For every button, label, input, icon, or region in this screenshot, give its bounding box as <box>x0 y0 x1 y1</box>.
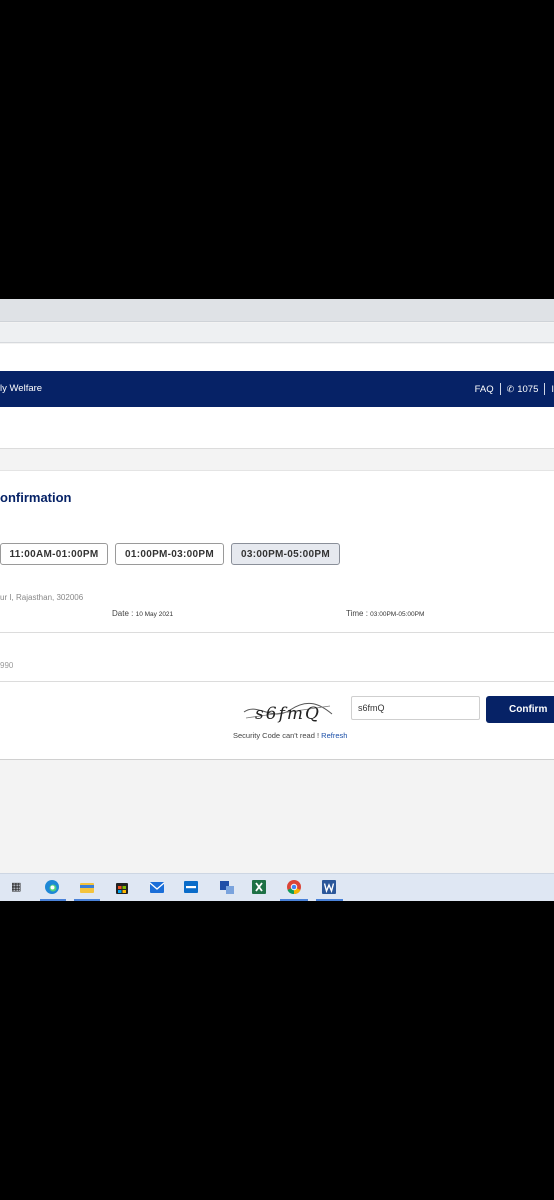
faq-link[interactable]: FAQ <box>475 384 494 395</box>
mail-icon[interactable] <box>149 879 165 895</box>
security-note-text: Security Code can't read ! <box>233 731 320 740</box>
word-icon[interactable] <box>321 879 337 895</box>
site-subheader <box>0 407 554 449</box>
edge-icon[interactable] <box>44 879 60 895</box>
site-navbar: ly Welfare FAQ ✆ 1075 I <box>0 371 554 407</box>
app-icon[interactable] <box>219 879 235 895</box>
divider <box>0 681 554 682</box>
active-app-indicator <box>74 899 100 901</box>
site-top-bar <box>0 344 554 371</box>
security-note: Security Code can't read ! Refresh <box>233 731 347 740</box>
screen: ly Welfare FAQ ✆ 1075 I onfirmation 11:0… <box>0 299 554 901</box>
time-label: Time : <box>346 609 368 618</box>
captcha-image: s6fmQ <box>242 698 334 726</box>
browser-toolbar <box>0 323 554 343</box>
appointment-time: Time : 03:00PM-05:00PM <box>346 609 424 618</box>
divider <box>0 632 554 633</box>
page-title: onfirmation <box>0 490 72 505</box>
time-slot-button-selected[interactable]: 03:00PM-05:00PM <box>231 543 340 565</box>
excel-icon[interactable] <box>251 879 267 895</box>
chrome-icon[interactable] <box>286 879 302 895</box>
appointment-date: Date : 10 May 2021 <box>112 609 173 618</box>
captcha-text: s6fmQ <box>255 704 321 724</box>
phone-icon: ✆ <box>506 383 515 394</box>
time-value: 03:00PM-05:00PM <box>370 611 425 618</box>
helpline-number[interactable]: 1075 <box>517 384 538 395</box>
navbar-links: FAQ ✆ 1075 I <box>475 383 554 395</box>
active-app-indicator <box>40 899 66 901</box>
windows-taskbar: ▦ <box>0 873 554 901</box>
active-app-indicator <box>316 899 343 901</box>
security-code-input[interactable] <box>351 696 480 720</box>
time-slot-button[interactable]: 11:00AM-01:00PM <box>0 543 108 565</box>
mobile-number-fragment: 990 <box>0 661 14 670</box>
refresh-captcha-link[interactable]: Refresh <box>321 731 347 740</box>
store-icon[interactable] <box>114 879 130 895</box>
active-app-indicator <box>280 899 308 901</box>
time-slot-button[interactable]: 01:00PM-03:00PM <box>115 543 224 565</box>
browser-tab-strip <box>0 299 554 322</box>
file-explorer-icon[interactable] <box>79 879 95 895</box>
center-address: ur I, Rajasthan, 302006 <box>0 593 84 602</box>
navbar-divider <box>544 383 546 395</box>
date-value: 10 May 2021 <box>135 611 174 618</box>
confirmation-card: onfirmation 11:00AM-01:00PM 01:00PM-03:0… <box>0 470 554 760</box>
site-brand-fragment: ly Welfare <box>0 383 43 394</box>
navbar-divider <box>499 383 501 395</box>
confirm-button[interactable]: Confirm <box>486 696 554 723</box>
task-view-icon[interactable]: ▦ <box>11 880 21 893</box>
date-label: Date : <box>112 609 134 618</box>
dell-icon[interactable] <box>183 879 199 895</box>
